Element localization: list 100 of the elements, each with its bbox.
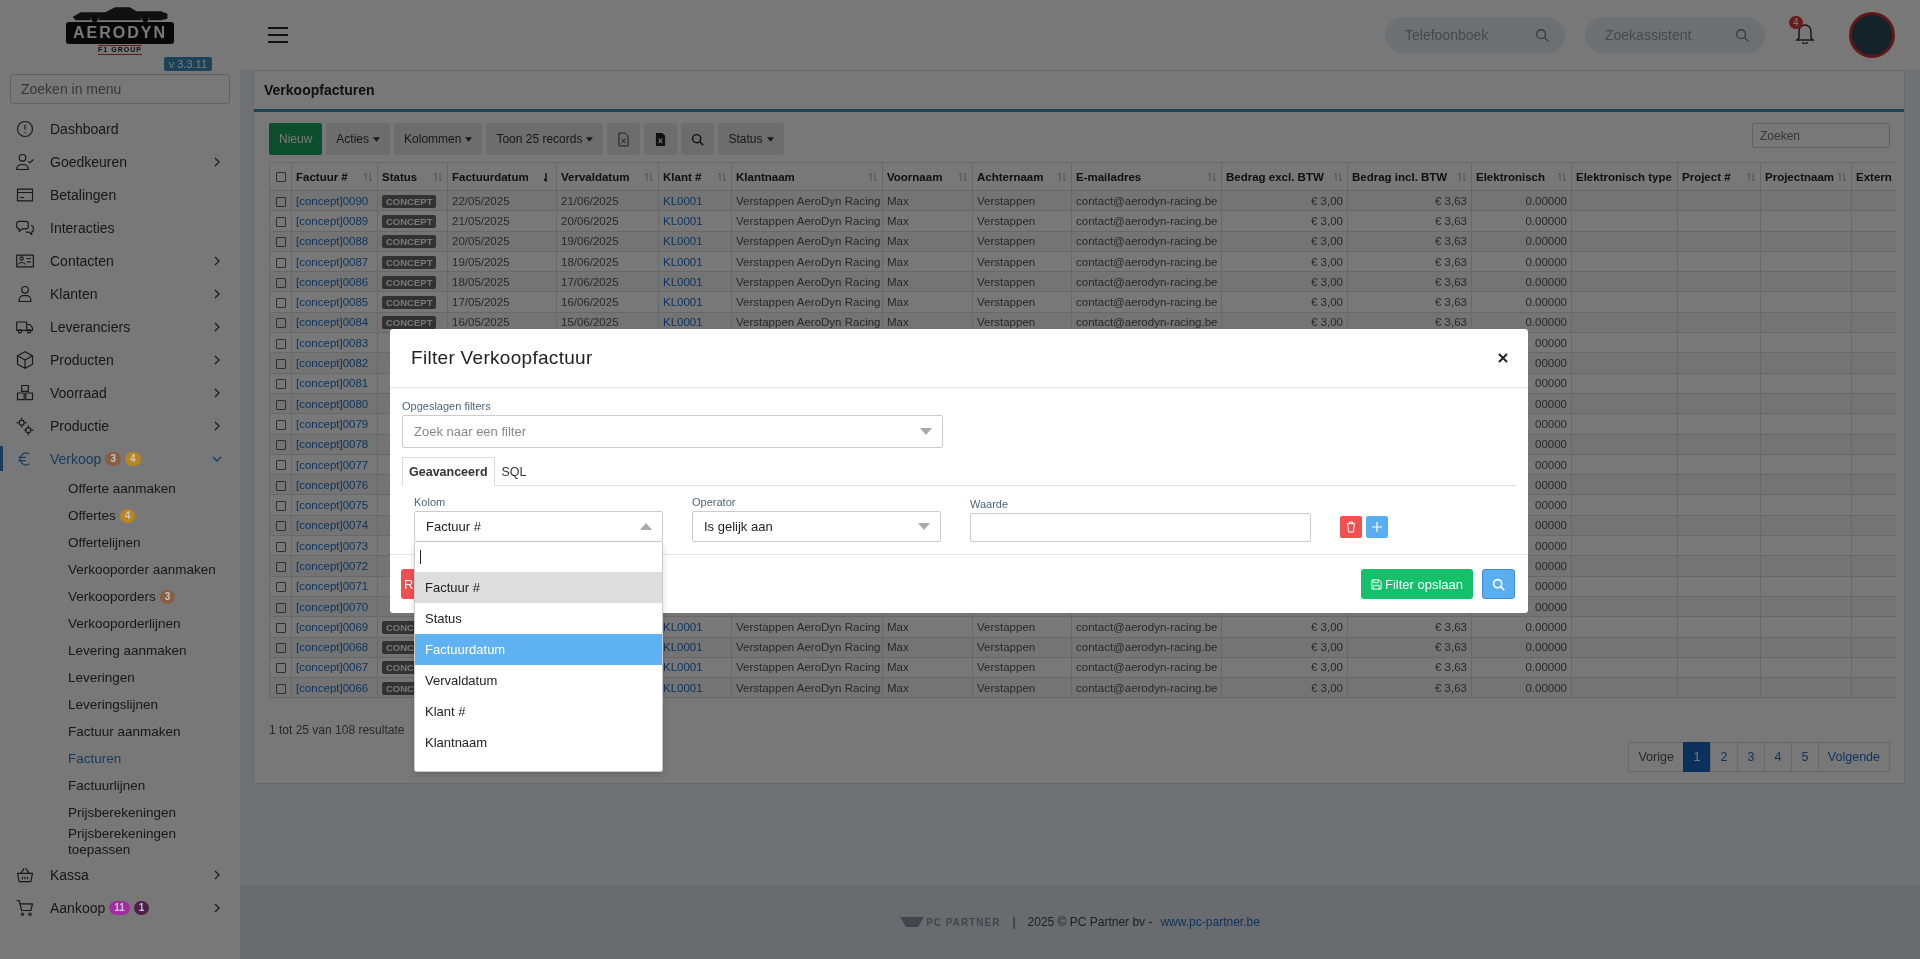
- row-checkbox[interactable]: [275, 521, 286, 532]
- sort-icon[interactable]: [644, 171, 654, 182]
- dropdown-button[interactable]: Kolommen: [394, 123, 483, 155]
- page-link[interactable]: 4: [1763, 742, 1792, 773]
- dropdown-button[interactable]: Toon 25 records: [486, 123, 604, 155]
- select-all-checkbox[interactable]: [275, 172, 286, 183]
- row-checkbox[interactable]: [275, 602, 286, 613]
- sidebar-sublink[interactable]: Factuurlijnen: [68, 777, 146, 794]
- dropdown-option[interactable]: Vervaldatum: [415, 665, 662, 696]
- column-select[interactable]: Factuur #: [414, 511, 663, 542]
- sort-icon[interactable]: [717, 171, 727, 182]
- sidebar-link[interactable]: Voorraad: [50, 384, 107, 401]
- sidebar-sublink[interactable]: Verkooporderlijnen: [68, 615, 181, 632]
- menu-search-field[interactable]: Zoeken in menu: [10, 74, 230, 104]
- add-button[interactable]: [1366, 516, 1388, 538]
- sort-icon[interactable]: [1557, 171, 1567, 182]
- row-checkbox[interactable]: [275, 683, 286, 694]
- sort-icon[interactable]: [1457, 171, 1467, 182]
- chevron-icon[interactable]: [212, 255, 222, 266]
- sidebar-link[interactable]: Aankoop: [50, 899, 106, 916]
- chevron-icon[interactable]: [212, 288, 222, 299]
- row-checkbox[interactable]: [275, 379, 286, 390]
- save-filter-button[interactable]: Filter opslaan: [1360, 569, 1473, 599]
- sidebar-sublink[interactable]: Facturen: [68, 750, 122, 767]
- sidebar-link[interactable]: Goedkeuren: [50, 153, 128, 170]
- sidebar-sublink[interactable]: Factuur aanmaken: [68, 723, 181, 740]
- chevron-icon[interactable]: [212, 869, 222, 880]
- export-button[interactable]: [644, 123, 678, 155]
- sidebar-link[interactable]: Betalingen: [50, 186, 117, 203]
- sort-icon[interactable]: [1057, 171, 1067, 182]
- close-icon[interactable]: [1498, 353, 1508, 363]
- chevron-icon[interactable]: [212, 321, 222, 332]
- sidebar-link[interactable]: Klanten: [50, 285, 98, 302]
- sidebar-sublink[interactable]: Levering aanmaken: [68, 642, 187, 659]
- chevron-icon[interactable]: [212, 387, 222, 398]
- dropdown-option[interactable]: Factuur #: [415, 572, 662, 603]
- avatar[interactable]: [1849, 12, 1895, 58]
- row-checkbox[interactable]: [275, 257, 286, 268]
- chevron-icon[interactable]: [212, 156, 222, 167]
- search-button[interactable]: [1482, 569, 1515, 599]
- dropdown-button[interactable]: Acties: [326, 123, 391, 155]
- search-button[interactable]: [681, 123, 715, 155]
- delete-button[interactable]: [1340, 516, 1362, 538]
- sidebar-link[interactable]: Kassa: [50, 866, 89, 883]
- sidebar-link[interactable]: Verkoop: [50, 450, 102, 467]
- row-checkbox[interactable]: [275, 318, 286, 329]
- sidebar-sublink[interactable]: Verkooporders: [68, 588, 156, 605]
- excel-export-button[interactable]: [607, 123, 641, 155]
- row-checkbox[interactable]: [275, 501, 286, 512]
- page-link[interactable]: Vorige: [1628, 742, 1684, 773]
- column-header[interactable]: E-mailadres: [1076, 170, 1142, 183]
- sidebar-sublink[interactable]: Offerte aanmaken: [68, 480, 176, 497]
- sidebar-sublink[interactable]: Prijsberekeningen toepassen: [68, 826, 220, 858]
- page-link[interactable]: Volgende: [1817, 742, 1890, 773]
- sort-icon[interactable]: [1837, 171, 1847, 182]
- sort-icon[interactable]: [868, 171, 878, 182]
- sort-icon[interactable]: [1746, 171, 1756, 182]
- menu-icon[interactable]: [268, 27, 288, 43]
- website-link[interactable]: www.pc-partner.be: [1160, 915, 1260, 929]
- chevron-icon[interactable]: [212, 354, 222, 365]
- row-checkbox[interactable]: [275, 338, 286, 349]
- sidebar-sublink[interactable]: Verkooporder aanmaken: [68, 561, 216, 578]
- dropdown-option[interactable]: Klantnaam: [415, 727, 662, 758]
- row-checkbox[interactable]: [275, 663, 286, 674]
- row-checkbox[interactable]: [275, 541, 286, 552]
- table-search-field[interactable]: Zoeken: [1752, 123, 1890, 148]
- saved-filter-select[interactable]: Zoek naar een filter: [402, 415, 943, 448]
- row-checkbox[interactable]: [275, 237, 286, 248]
- row-checkbox[interactable]: [275, 440, 286, 451]
- row-checkbox[interactable]: [275, 277, 286, 288]
- page-link[interactable]: 1: [1682, 742, 1711, 773]
- sort-icon[interactable]: [433, 171, 443, 182]
- row-checkbox[interactable]: [275, 399, 286, 410]
- row-checkbox[interactable]: [275, 643, 286, 654]
- sidebar-sublink[interactable]: Leveringslijnen: [68, 696, 159, 713]
- sidebar-sublink[interactable]: Leveringen: [68, 669, 135, 686]
- row-checkbox[interactable]: [275, 582, 286, 593]
- tab[interactable]: SQL: [494, 457, 534, 486]
- row-checkbox[interactable]: [275, 216, 286, 227]
- dropdown-option[interactable]: Factuurdatum: [415, 634, 662, 665]
- sort-icon[interactable]: [1333, 171, 1343, 182]
- row-checkbox[interactable]: [275, 298, 286, 309]
- sidebar-sublink[interactable]: Prijsberekeningen: [68, 804, 177, 821]
- sidebar-sublink[interactable]: Offertes: [68, 507, 116, 524]
- sidebar-link[interactable]: Producten: [50, 351, 114, 368]
- value-input-field[interactable]: [970, 513, 1311, 542]
- row-checkbox[interactable]: [275, 561, 286, 572]
- row-checkbox[interactable]: [275, 359, 286, 369]
- sort-icon[interactable]: [958, 171, 968, 182]
- dropdown-button[interactable]: Status: [718, 123, 784, 155]
- tab[interactable]: Geavanceerd: [402, 457, 495, 486]
- sidebar-link[interactable]: Productie: [50, 417, 110, 434]
- operator-select[interactable]: Is gelijk aan: [692, 511, 941, 542]
- sidebar-link[interactable]: Contacten: [50, 252, 114, 269]
- sort-icon[interactable]: [1207, 171, 1217, 182]
- page-link[interactable]: 3: [1736, 742, 1765, 773]
- chevron-icon[interactable]: [212, 902, 222, 913]
- sidebar-sublink[interactable]: Offertelijnen: [68, 534, 141, 551]
- dropdown-option[interactable]: Klant #: [415, 696, 662, 727]
- sidebar-link[interactable]: Interacties: [50, 219, 115, 236]
